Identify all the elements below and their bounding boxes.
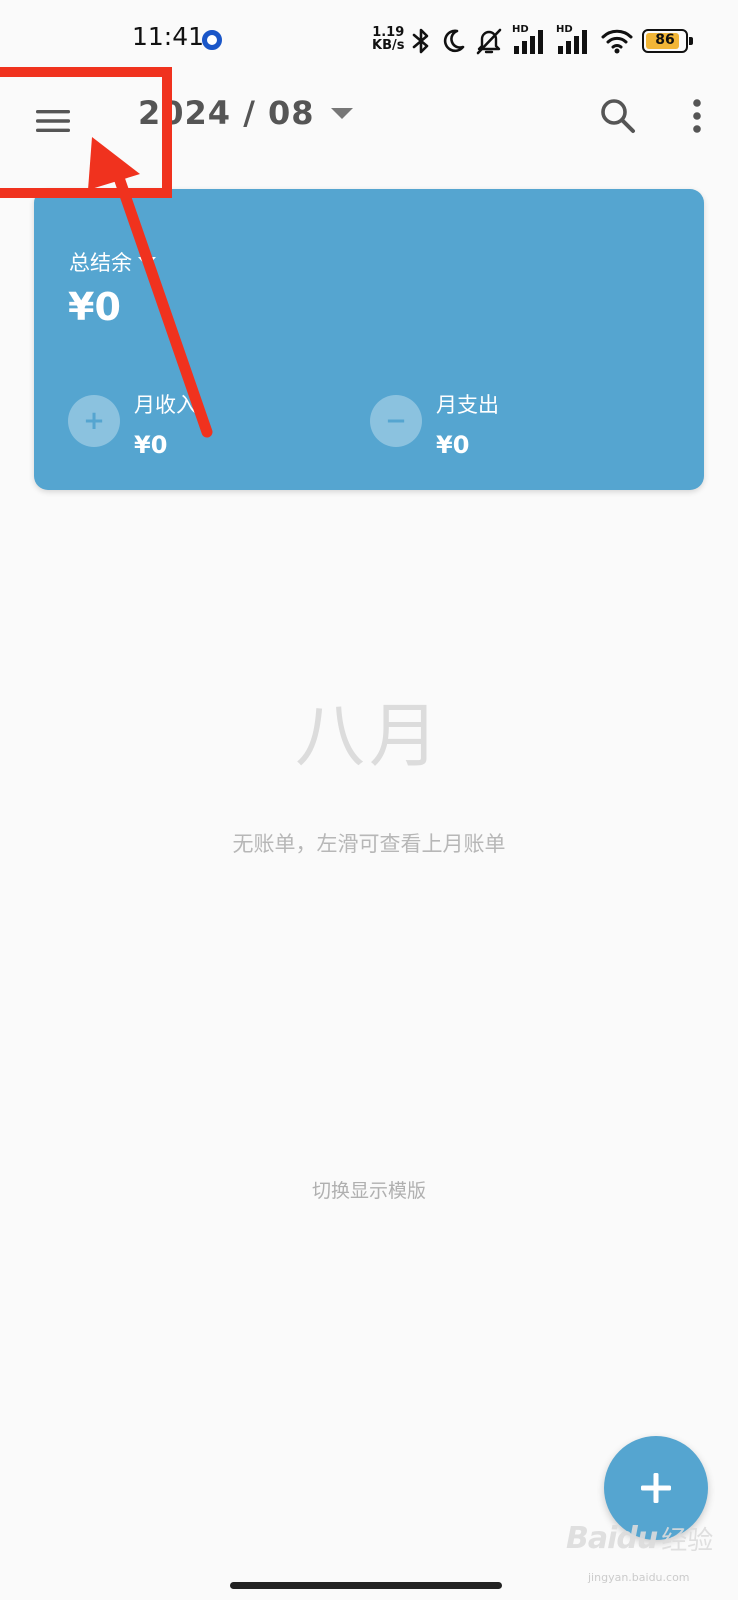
income-text: 月收入 ¥0 [134,389,197,459]
battery-icon: 86 [642,29,693,53]
empty-hint: 无账单，左滑可查看上月账单 [232,832,506,856]
chevron-down-icon [138,257,156,267]
network-speed: 1.19 KB/s [372,26,404,52]
income-icon-glyph: + [83,406,105,436]
expense-icon-glyph: − [385,406,407,436]
screen: 11:41 1.19 KB/s HD HD 86 2024 / 08 总结余 ¥… [0,0,738,1600]
income-value: ¥0 [134,431,168,459]
balance-label: 总结余 [69,251,132,275]
balance-type-selector[interactable]: 总结余 [69,247,156,277]
watermark-brand-cn: 经验 [661,1526,714,1556]
home-indicator[interactable] [230,1582,502,1589]
status-time: 11:41 [132,22,205,51]
notification-dot-icon [202,30,222,50]
annotation-highlight-box [0,67,172,198]
empty-month-title: 八月 [295,695,443,777]
more-options-button[interactable] [680,94,714,138]
monthly-expense[interactable]: − 月支出 ¥0 [370,389,499,459]
signal-2-icon: HD [556,24,592,56]
expense-minus-icon: − [370,395,422,447]
income-plus-icon: + [68,395,120,447]
balance-card[interactable]: 总结余 ¥0 + 月收入 ¥0 − 月支出 ¥0 [34,189,704,490]
expense-value: ¥0 [436,431,470,459]
switch-template-link[interactable]: 切换显示模版 [0,1176,738,1203]
baidu-watermark: Baidu 经验 [566,1520,713,1557]
bluetooth-icon [412,28,429,54]
balance-amount: ¥0 [68,285,121,329]
expense-text: 月支出 ¥0 [436,389,499,459]
status-icons: HD HD 86 [410,24,693,58]
watermark-brand: Baidu [566,1521,658,1556]
battery-cap [689,37,693,45]
mute-bell-icon [476,28,502,55]
search-button[interactable] [596,94,640,138]
plus-icon [641,1473,671,1503]
signal-1-icon: HD [512,24,548,56]
watermark-url: jingyan.baidu.com [588,1571,690,1584]
income-label: 月收入 [134,393,197,417]
wifi-icon [601,29,633,54]
battery-label: 86 [655,32,675,48]
more-vertical-icon [693,99,701,133]
moon-icon [443,29,465,53]
expense-label: 月支出 [436,393,499,417]
search-icon [601,99,635,133]
chevron-down-icon [330,107,353,119]
monthly-income[interactable]: + 月收入 ¥0 [68,389,197,459]
network-speed-unit: KB/s [372,38,405,53]
